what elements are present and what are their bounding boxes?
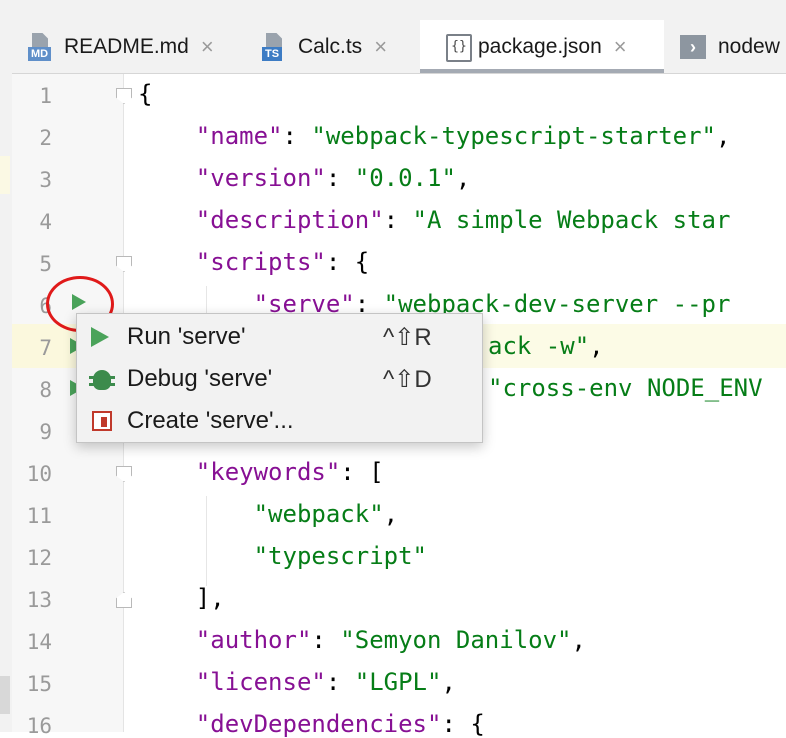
line-number: 14 bbox=[26, 630, 52, 654]
json-file-icon: {} bbox=[442, 33, 472, 62]
code-line-11[interactable]: "webpack", bbox=[138, 500, 399, 528]
tab-label: package.json bbox=[478, 34, 602, 58]
code-line-12[interactable]: "typescript" bbox=[138, 542, 427, 570]
line-number: 3 bbox=[39, 168, 52, 192]
line-number: 7 bbox=[39, 336, 52, 360]
menu-item-label: Run 'serve' bbox=[127, 323, 246, 350]
code-line-4[interactable]: "description": "A simple Webpack star bbox=[138, 206, 731, 234]
close-icon[interactable]: × bbox=[374, 34, 387, 60]
code-line-15[interactable]: "license": "LGPL", bbox=[138, 668, 456, 696]
run-context-popup: Run 'serve' ^⇧R Debug 'serve' ^⇧D Create… bbox=[76, 313, 483, 443]
line-number: 8 bbox=[39, 378, 52, 402]
code-line-10[interactable]: "keywords": [ bbox=[138, 458, 384, 486]
line-number: 1 bbox=[39, 84, 52, 108]
run-icon bbox=[91, 325, 115, 349]
line-number: 5 bbox=[39, 252, 52, 276]
menu-item-debug-serve[interactable]: Debug 'serve' ^⇧D bbox=[77, 358, 482, 400]
line-number: 15 bbox=[26, 672, 52, 696]
code-line-1[interactable]: { bbox=[138, 80, 152, 108]
line-number: 10 bbox=[26, 462, 52, 486]
menu-item-label: Create 'serve'... bbox=[127, 407, 294, 434]
line-number: 4 bbox=[39, 210, 52, 234]
code-line-14[interactable]: "author": "Semyon Danilov", bbox=[138, 626, 586, 654]
code-line-2[interactable]: "name": "webpack-typescript-starter", bbox=[138, 122, 731, 150]
tab-label: Calc.ts bbox=[298, 34, 363, 58]
close-icon[interactable]: × bbox=[201, 34, 214, 60]
tab-readme[interactable]: MD README.md × bbox=[28, 20, 254, 73]
terminal-icon: › bbox=[680, 34, 706, 59]
debug-icon bbox=[89, 367, 115, 391]
left-strip-marker bbox=[0, 156, 10, 194]
code-line-13[interactable]: ], bbox=[138, 584, 225, 612]
menu-item-shortcut: ^⇧D bbox=[383, 365, 432, 393]
tab-label: nodew bbox=[718, 34, 780, 58]
menu-item-label: Debug 'serve' bbox=[127, 365, 273, 392]
typescript-file-icon: TS bbox=[262, 32, 290, 61]
tab-label: README.md bbox=[64, 34, 189, 58]
line-number: 12 bbox=[26, 546, 52, 570]
tab-calc-ts[interactable]: TS Calc.ts × bbox=[262, 20, 418, 73]
code-line-7[interactable]: ack -w", bbox=[488, 332, 604, 360]
code-line-5[interactable]: "scripts": { bbox=[138, 248, 369, 276]
run-config-icon bbox=[91, 409, 115, 433]
line-number: 16 bbox=[26, 714, 52, 738]
left-strip-marker bbox=[0, 676, 10, 714]
menu-item-shortcut: ^⇧R bbox=[383, 323, 432, 351]
code-line-16[interactable]: "devDependencies": { bbox=[138, 710, 485, 738]
code-line-3[interactable]: "version": "0.0.1", bbox=[138, 164, 471, 192]
close-icon[interactable]: × bbox=[614, 34, 627, 60]
line-number: 9 bbox=[39, 420, 52, 444]
code-line-8[interactable]: "cross-env NODE_ENV bbox=[488, 374, 763, 402]
menu-item-run-serve[interactable]: Run 'serve' ^⇧R bbox=[77, 316, 482, 358]
markdown-file-icon: MD bbox=[28, 32, 56, 61]
tab-package-json[interactable]: {} package.json × bbox=[420, 20, 664, 73]
tab-nodew[interactable]: › nodew bbox=[680, 20, 786, 73]
menu-item-create-serve[interactable]: Create 'serve'... bbox=[77, 400, 482, 442]
line-number: 11 bbox=[26, 504, 52, 528]
line-number: 2 bbox=[39, 126, 52, 150]
line-number: 13 bbox=[26, 588, 52, 612]
